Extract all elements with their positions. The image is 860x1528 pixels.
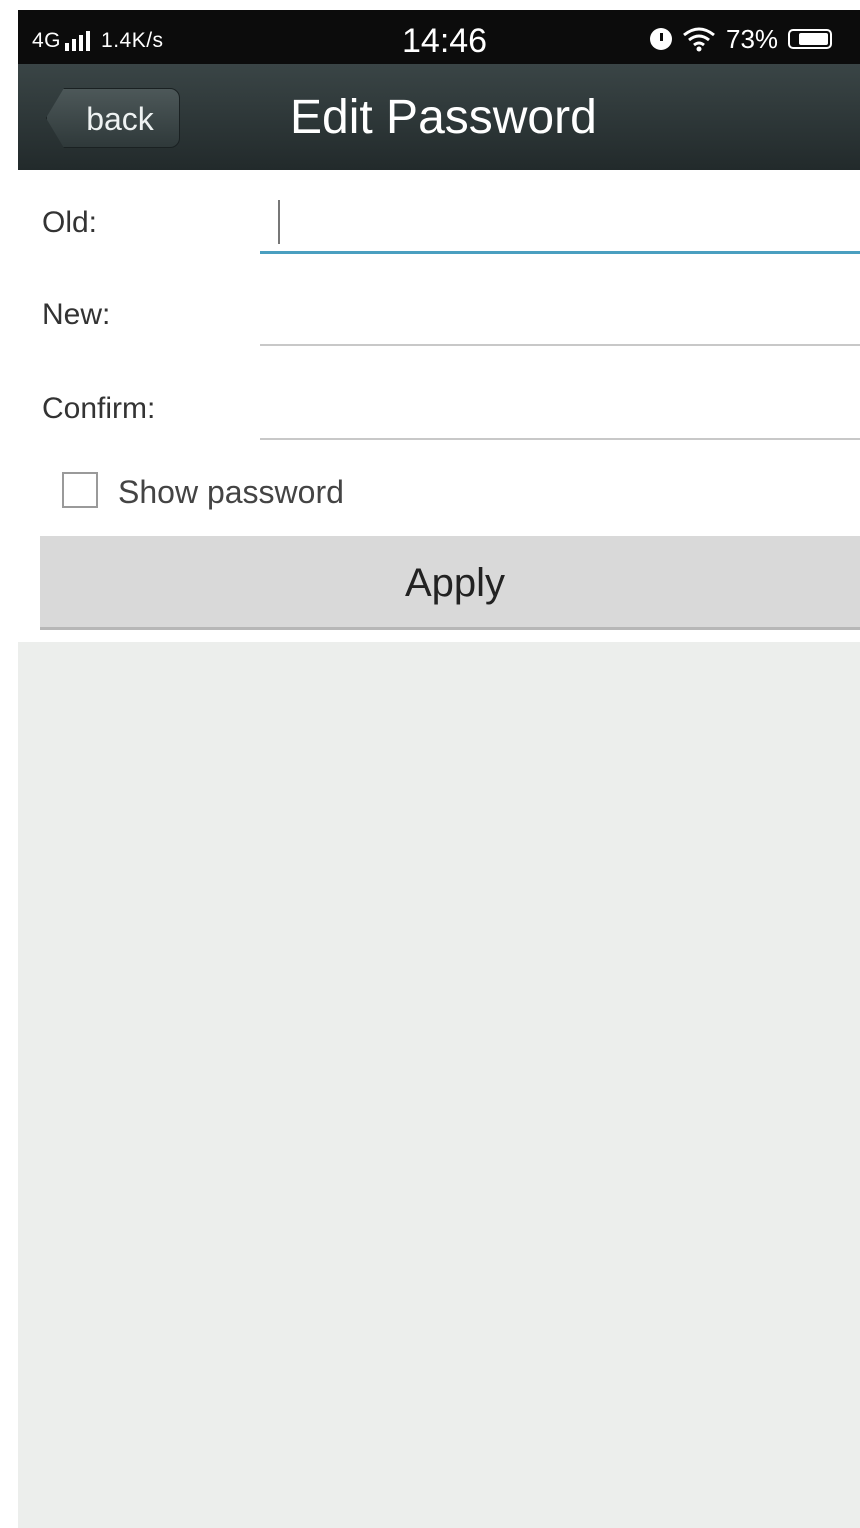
confirm-password-field[interactable] [260, 394, 860, 440]
new-password-input[interactable] [260, 300, 860, 344]
battery-icon [788, 29, 833, 49]
new-password-label: New: [42, 298, 111, 331]
old-password-label: Old: [42, 206, 98, 239]
old-password-field[interactable] [260, 200, 860, 254]
status-bar: 4G 1.4K/s 14:46 73% [18, 10, 860, 64]
network-type: 4G [32, 29, 62, 52]
wifi-icon [683, 27, 715, 52]
back-button[interactable]: back [46, 88, 180, 148]
show-password-label[interactable]: Show password [118, 474, 344, 511]
status-icons: 73% [650, 23, 833, 54]
signal-icon [65, 27, 93, 51]
new-password-field[interactable] [260, 300, 860, 346]
network-speed: 1.4K/s [101, 29, 164, 52]
confirm-password-input[interactable] [260, 394, 860, 438]
old-password-input[interactable] [260, 208, 860, 251]
apply-button[interactable]: Apply [40, 536, 860, 630]
network-status: 4G 1.4K/s [32, 27, 164, 53]
page-title: Edit Password [290, 91, 597, 144]
show-password-checkbox[interactable] [62, 472, 98, 508]
text-cursor [278, 200, 280, 244]
clock: 14:46 [402, 22, 488, 60]
empty-area [18, 642, 860, 1528]
app-header: back Edit Password [18, 64, 860, 170]
battery-percent: 73% [726, 23, 779, 54]
confirm-password-label: Confirm: [42, 392, 156, 425]
battery-fill [798, 33, 829, 45]
alarm-icon [650, 28, 672, 50]
screen: 4G 1.4K/s 14:46 73% back Edit Password Ol… [18, 10, 860, 1528]
